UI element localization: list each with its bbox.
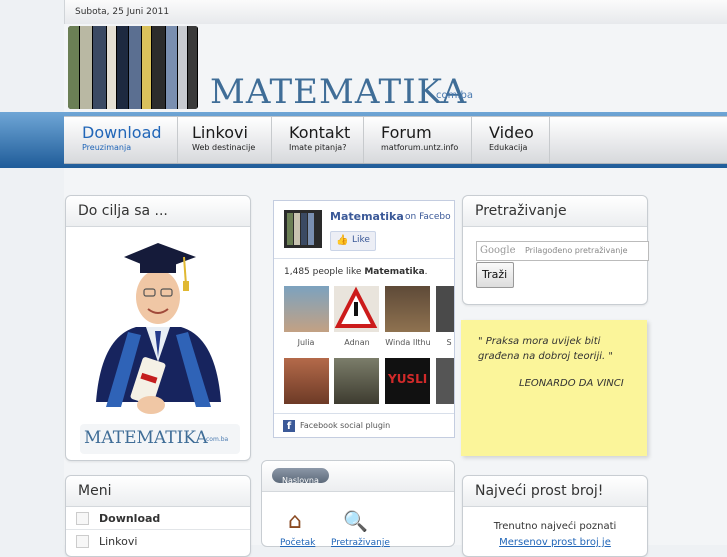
top-bar: Subota, 25 Juni 2011 — [64, 0, 727, 25]
search-button[interactable]: Traži — [476, 262, 514, 288]
left-box-logo: MATEMATIKA — [84, 428, 208, 448]
menu-item-linkovi[interactable]: Linkovi — [66, 530, 250, 552]
main-nav: Download Preuzimanja Linkovi Web destina… — [64, 116, 727, 164]
site-logo[interactable]: MATEMATIKA — [210, 72, 467, 112]
menu-item-label: Download — [99, 512, 161, 525]
search-placeholder: Prilagođeno pretraživanje — [525, 246, 628, 255]
fb-fan-photo[interactable] — [334, 358, 379, 404]
prime-text: Trenutno najveći poznati — [493, 521, 617, 532]
fb-fan-photo[interactable] — [436, 286, 454, 332]
fb-plugin-footer: f Facebook social plugin — [274, 413, 454, 437]
nav-sublabel: Web destinacije — [192, 143, 256, 152]
fb-fan-photo[interactable] — [284, 286, 329, 332]
nav-sublabel: matforum.untz.info — [381, 143, 459, 152]
fb-page-avatar — [284, 210, 322, 248]
box-title: Najveći prost broj! — [463, 476, 647, 507]
nav-label: Video — [489, 123, 534, 142]
fb-fan-photo[interactable] — [334, 286, 379, 332]
nav-item-video[interactable]: Video Edukacija — [471, 117, 550, 163]
fb-likes-count: 1,485 people like Matematika. — [284, 267, 428, 277]
nav-label: Forum — [381, 123, 432, 142]
fb-fan-name[interactable]: S — [424, 338, 454, 347]
nav-sublabel: Edukacija — [489, 143, 528, 152]
nav-label: Linkovi — [192, 123, 248, 142]
home-icon: ⌂ — [288, 509, 302, 534]
fb-on-facebook: on Facebo — [405, 212, 451, 222]
menu-bullet-icon — [76, 535, 89, 548]
nav-item-download[interactable]: Download Preuzimanja — [64, 117, 178, 163]
thumbs-up-icon: 👍 — [336, 235, 349, 246]
box-title: Pretraživanje — [463, 196, 647, 227]
menu-item-download[interactable]: Download — [66, 507, 250, 530]
nav-label: Download — [82, 123, 162, 142]
fb-fan-photo[interactable] — [436, 358, 454, 404]
fb-page-name[interactable]: Matematika — [330, 210, 404, 223]
site-header: MATEMATIKA com.ba — [64, 24, 727, 119]
facebook-like-box: Matematika on Facebo 👍 Like 1,485 people… — [273, 200, 455, 438]
fb-fan-photo[interactable] — [284, 358, 329, 404]
fb-like-button[interactable]: 👍 Like — [330, 231, 376, 251]
google-logo: Google — [480, 245, 516, 256]
quote-text: " Praksa mora uvijek biti građena na dob… — [478, 336, 613, 362]
nav-sublabel: Preuzimanja — [82, 143, 132, 152]
header-books-image — [68, 26, 198, 109]
tab-naslovna[interactable]: Naslovna — [272, 468, 329, 485]
fb-fan-photo[interactable]: YUSLI — [385, 358, 430, 404]
search-box: Pretraživanje Google Prilagođeno pretraž… — [462, 195, 649, 305]
box-title: Do cilja sa ... — [66, 196, 250, 227]
magnifier-icon: 🔍 — [343, 509, 368, 533]
site-logo-suffix: com.ba — [436, 90, 474, 101]
search-input[interactable]: Google Prilagođeno pretraživanje — [476, 241, 649, 261]
left-box-logo-suffix: com.ba — [206, 436, 229, 443]
left-box-logo-strip: MATEMATIKA com.ba — [80, 424, 240, 454]
nav-label: Kontakt — [289, 123, 351, 142]
menu-bullet-icon — [76, 512, 89, 525]
nav-item-linkovi[interactable]: Linkovi Web destinacije — [174, 117, 272, 163]
fb-fan-photo[interactable] — [385, 286, 430, 332]
date-label: Subota, 25 Juni 2011 — [75, 7, 170, 17]
facebook-icon: f — [283, 420, 295, 432]
prime-link[interactable]: Mersenov prost broj je — [463, 537, 647, 548]
menu-item-label: Linkovi — [99, 535, 138, 548]
fb-fan-name[interactable]: Adnan — [332, 338, 382, 347]
center-tab-box: Naslovna ⌂ Početak 🔍 Pretraživanje — [261, 460, 455, 548]
box-title: Meni — [66, 476, 250, 507]
left-promo-box: Do cilja sa ... MATEMATIKA com.ba — [65, 195, 251, 461]
quote-note: " Praksa mora uvijek biti građena na dob… — [461, 320, 647, 456]
nav-item-kontakt[interactable]: Kontakt Imate pitanja? — [271, 117, 364, 163]
nav-item-forum[interactable]: Forum matforum.untz.info — [363, 117, 472, 163]
quote-author: LEONARDO DA VINCI — [519, 378, 624, 389]
nav-sublabel: Imate pitanja? — [289, 143, 347, 152]
fb-fan-name[interactable]: Julia — [281, 338, 331, 347]
